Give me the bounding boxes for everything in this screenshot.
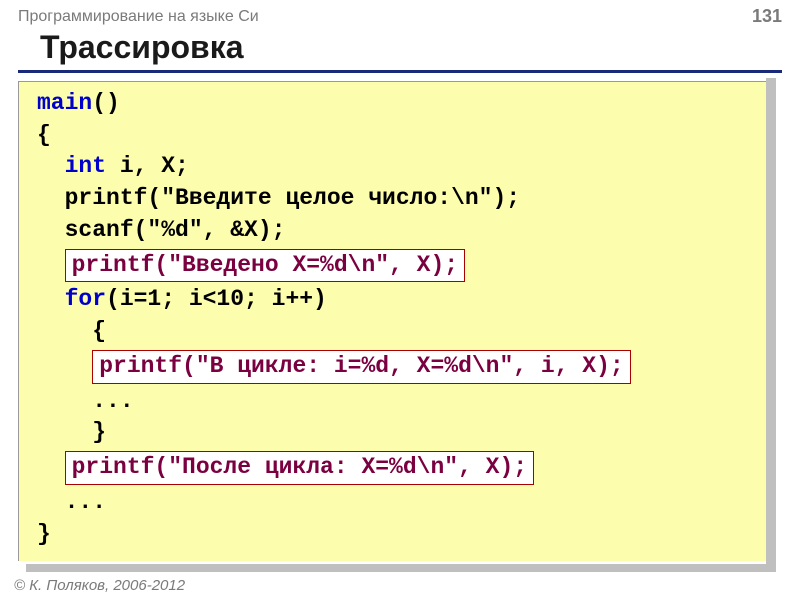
slide-title: Трассировка <box>0 29 800 70</box>
shadow-bottom <box>26 564 776 572</box>
code-block: main() { int i, X; printf("Введите целое… <box>18 81 766 561</box>
code-line: main() <box>37 88 760 120</box>
highlight-debug-1: printf("Введено X=%d\n", X); <box>65 249 465 283</box>
code-line: ... <box>37 487 760 519</box>
subject-label: Программирование на языке Си <box>18 8 259 26</box>
code-line: printf("Введите целое число:\n"); <box>37 183 760 215</box>
code-line: printf("После цикла: X=%d\n", X); <box>37 449 760 487</box>
code-line: printf("Введено X=%d\n", X); <box>37 247 760 285</box>
code-line: ... <box>37 386 760 418</box>
code-line: { <box>37 120 760 152</box>
page-number: 131 <box>752 6 782 27</box>
code-line: for(i=1; i<10; i++) <box>37 284 760 316</box>
code-line: } <box>37 519 760 551</box>
title-rule <box>18 70 782 73</box>
code-line: { <box>37 316 760 348</box>
code-line: } <box>37 417 760 449</box>
code-line: scanf("%d", &X); <box>37 215 760 247</box>
shadow-right <box>766 78 776 568</box>
code-line: printf("В цикле: i=%d, X=%d\n", i, X); <box>37 348 760 386</box>
highlight-debug-2: printf("В цикле: i=%d, X=%d\n", i, X); <box>92 350 631 384</box>
code-line: int i, X; <box>37 151 760 183</box>
slide-header: Программирование на языке Си 131 <box>0 0 800 29</box>
highlight-debug-3: printf("После цикла: X=%d\n", X); <box>65 451 534 485</box>
copyright-footer: © К. Поляков, 2006-2012 <box>14 577 185 594</box>
